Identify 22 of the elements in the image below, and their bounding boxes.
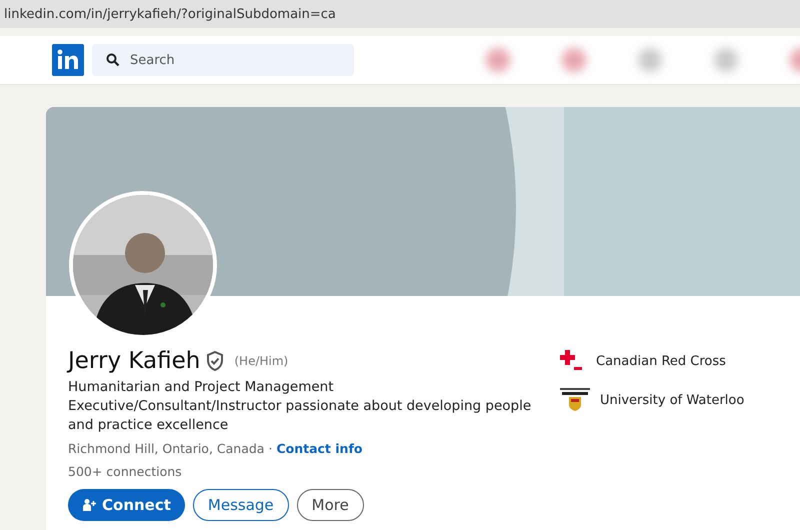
separator-dot: ·	[268, 441, 272, 456]
organization-name[interactable]: Canadian Red Cross	[596, 354, 726, 368]
message-button[interactable]: Message	[192, 489, 289, 521]
blurred-icon[interactable]	[486, 48, 510, 72]
blurred-icon[interactable]	[638, 48, 662, 72]
profile-name: Jerry Kafieh	[68, 348, 200, 374]
university-crest-icon	[560, 388, 590, 412]
address-bar[interactable]: linkedin.com/in/jerrykafieh/?originalSubdomain=ca	[0, 0, 800, 28]
pronouns: (He/Him)	[234, 354, 288, 368]
connections-count: 500+ connections	[68, 464, 183, 479]
connect-button[interactable]: Connect	[68, 489, 185, 521]
contact-info-link[interactable]: Contact info	[276, 441, 362, 456]
blurred-icon[interactable]	[562, 48, 586, 72]
logo-icon[interactable]	[52, 44, 84, 76]
location: Richmond Hill, Ontario, Canada	[68, 441, 264, 456]
more-button[interactable]: More	[296, 489, 364, 521]
blurred-icon[interactable]	[714, 48, 738, 72]
url-text: linkedin.com/in/jerrykafieh/?originalSubdomain=ca	[4, 6, 336, 22]
organization-name[interactable]: University of Waterloo	[600, 392, 744, 408]
headline: Humanitarian and Project Management Executive/Consultant/Instructor passionate about developing people and practice excellence	[68, 378, 532, 435]
add-person-icon	[82, 498, 96, 512]
search-field[interactable]: Search	[92, 44, 354, 76]
